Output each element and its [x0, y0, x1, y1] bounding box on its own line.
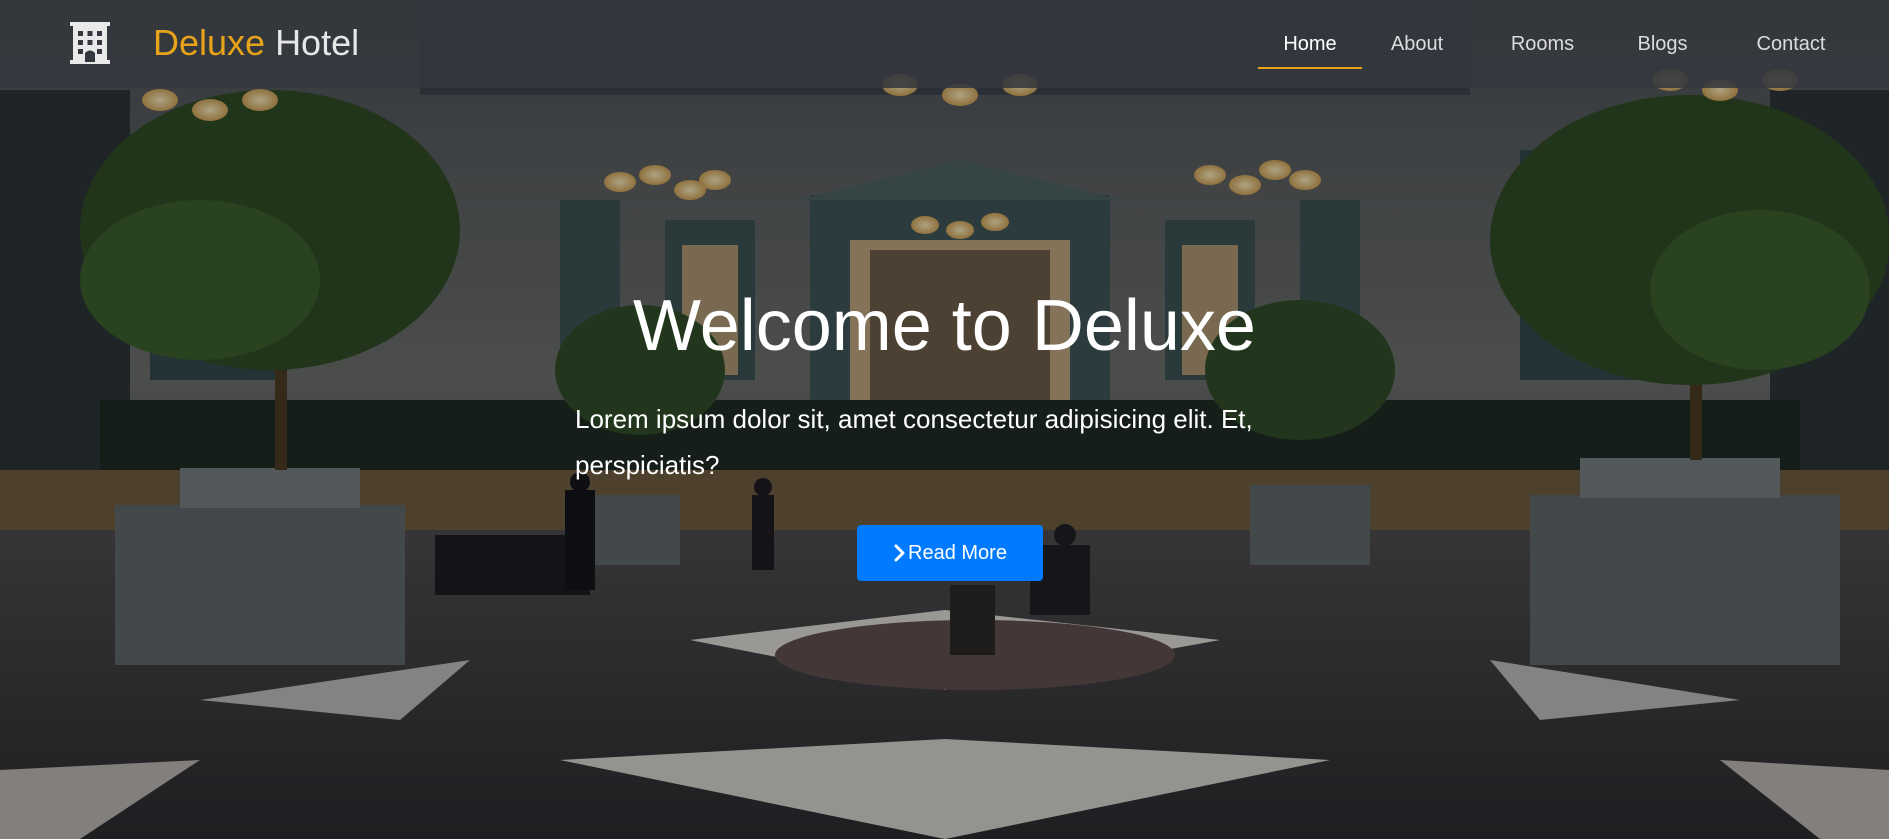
top-navbar: Deluxe Hotel Home About Rooms Blogs Conta…	[0, 0, 1889, 88]
nav-link-rooms[interactable]: Rooms	[1500, 0, 1585, 88]
hero-section: Welcome to Deluxe Lorem ipsum dolor sit,…	[0, 0, 1889, 839]
hotel-building-icon	[70, 22, 110, 64]
hero-title: Welcome to Deluxe	[633, 286, 1256, 366]
nav-links: Home About Rooms Blogs Contact	[1258, 0, 1889, 88]
brand-name: Deluxe Hotel	[153, 20, 359, 66]
nav-link-blogs[interactable]: Blogs	[1625, 0, 1700, 88]
hero-text: Lorem ipsum dolor sit, amet consectetur …	[575, 404, 1253, 480]
nav-link-about[interactable]: About	[1377, 0, 1457, 88]
read-more-button[interactable]: Read More	[857, 525, 1043, 581]
nav-link-home[interactable]: Home	[1258, 0, 1362, 88]
nav-link-contact[interactable]: Contact	[1746, 0, 1836, 88]
brand-logo[interactable]: Deluxe Hotel	[67, 20, 359, 66]
brand-name-secondary: Hotel	[275, 22, 360, 63]
chevron-right-icon	[894, 544, 905, 562]
read-more-label: Read More	[908, 541, 1007, 564]
brand-name-primary: Deluxe	[153, 22, 266, 63]
